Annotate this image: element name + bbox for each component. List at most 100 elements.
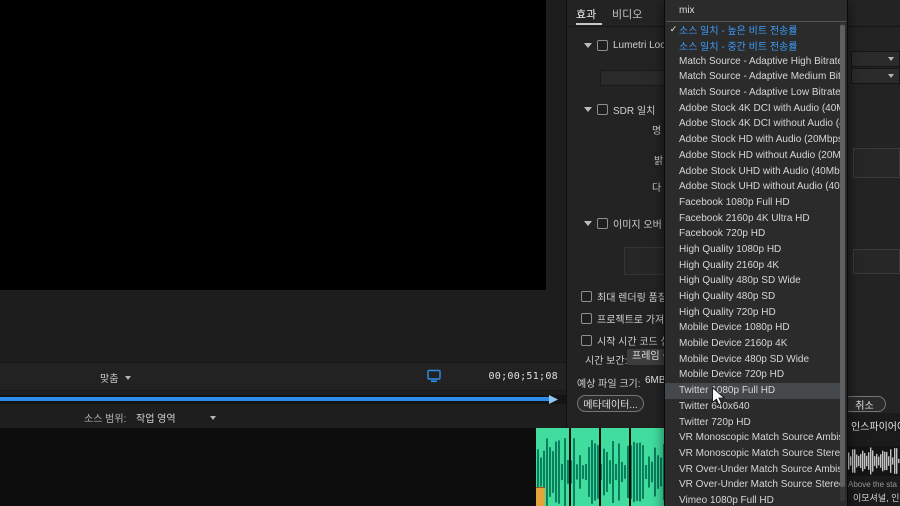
- active-tab-underline: [576, 23, 602, 25]
- sdr-slider-label-fragment: 다: [652, 183, 662, 194]
- preset-menu-item-label: High Quality 720p HD: [679, 306, 776, 318]
- preset-menu-item-custom[interactable]: mix: [665, 0, 847, 21]
- preset-menu-item-label: VR Over-Under Match Source Ambisonics: [679, 463, 840, 475]
- preset-menu-item[interactable]: Adobe Stock UHD with Audio (40Mbps): [665, 163, 840, 179]
- mouse-cursor: [712, 387, 726, 406]
- metadata-button[interactable]: 메타데이터...: [577, 395, 644, 412]
- menu-scrollbar-thumb[interactable]: [840, 25, 845, 487]
- checkbox-lumetri-look[interactable]: [597, 40, 608, 51]
- preset-menu-item[interactable]: Vimeo 1080p Full HD: [665, 493, 840, 506]
- preview-pane: 맞춤 00;00;51;08 소스 범위: 작업 영역: [0, 0, 566, 428]
- playhead-marker[interactable]: [549, 395, 558, 404]
- preset-menu-item[interactable]: Match Source - Adaptive High Bitrate: [665, 53, 840, 69]
- source-range-label: 소스 범위:: [84, 414, 127, 425]
- preset-menu-item[interactable]: Adobe Stock 4K DCI with Audio (40Mbps): [665, 100, 840, 116]
- preset-menu-item[interactable]: Twitter 720p HD: [665, 414, 840, 430]
- output-monitor-icon[interactable]: [427, 369, 442, 383]
- checkbox-set-start-timecode[interactable]: [581, 335, 592, 346]
- disclosure-triangle-icon[interactable]: [584, 221, 592, 226]
- checkbox-max-render-quality[interactable]: [581, 291, 592, 302]
- preset-dropdown-fragment[interactable]: [851, 68, 900, 84]
- preset-menu-item-label: Adobe Stock 4K DCI without Audio (40Mbps…: [679, 118, 840, 130]
- sound-preset-title: 인스파이어어: [851, 422, 900, 433]
- preset-menu-item[interactable]: Mobile Device 2160p 4K: [665, 336, 840, 352]
- section-image-overlay[interactable]: 이미지 오버: [584, 216, 662, 231]
- section-lumetri-look[interactable]: Lumetri Loo: [584, 40, 666, 51]
- chevron-down-icon: [210, 415, 216, 420]
- preset-menu-item[interactable]: Facebook 2160p 4K Ultra HD: [665, 210, 840, 226]
- preset-menu-item[interactable]: Adobe Stock 4K DCI without Audio (40Mbps…: [665, 116, 840, 132]
- format-dropdown-fragment[interactable]: [851, 51, 900, 67]
- preset-menu-item[interactable]: VR Monoscopic Match Source Ambisonics: [665, 430, 840, 446]
- preset-menu-item[interactable]: VR Over-Under Match Source Ambisonics: [665, 461, 840, 477]
- premiere-export-screen: 맞춤 00;00;51;08 소스 범위: 작업 영역 효과 비디오 Lumet…: [0, 0, 900, 506]
- preset-menu-item[interactable]: High Quality 720p HD: [665, 304, 840, 320]
- preset-menu-item-label: High Quality 1080p HD: [679, 243, 782, 255]
- disclosure-triangle-icon[interactable]: [584, 107, 592, 112]
- section-sdr-conform[interactable]: SDR 일치: [584, 102, 655, 117]
- preset-menu-item-label: Adobe Stock HD with Audio (20Mbps): [679, 134, 840, 146]
- preset-menu-item[interactable]: Mobile Device 480p SD Wide: [665, 351, 840, 367]
- option-max-render-quality[interactable]: 최대 렌더링 품질: [581, 289, 667, 304]
- preset-menu-item-label: Mobile Device 1080p HD: [679, 322, 790, 334]
- disclosure-triangle-icon[interactable]: [584, 43, 592, 48]
- preset-menu-item-label: Mobile Device 720p HD: [679, 369, 785, 381]
- menu-scrollbar[interactable]: [840, 23, 845, 501]
- checkbox-image-overlay[interactable]: [597, 218, 608, 229]
- option-import-into-project[interactable]: 프로젝트로 가져: [581, 311, 664, 326]
- source-range-dropdown[interactable]: 작업 영역: [136, 410, 216, 425]
- preset-menu-item[interactable]: High Quality 1080p HD: [665, 242, 840, 258]
- chevron-down-icon: [888, 57, 894, 61]
- tab-effects[interactable]: 효과: [576, 6, 596, 22]
- essential-sound-panel-fragment: 인스파이어어 Above the sta 이모셔널, 인: [844, 413, 900, 506]
- preset-menu-item[interactable]: High Quality 480p SD Wide: [665, 273, 840, 289]
- preset-menu-item[interactable]: VR Monoscopic Match Source Stereo Audio: [665, 446, 840, 462]
- track-title-text: Above the sta: [848, 480, 897, 489]
- estimated-file-size-value: 6MB: [645, 375, 666, 386]
- preset-menu-item[interactable]: Twitter 640x640: [665, 399, 840, 415]
- preset-menu-item[interactable]: Mobile Device 720p HD: [665, 367, 840, 383]
- seek-progress: [0, 397, 549, 401]
- option-set-start-timecode[interactable]: 시작 시간 코드 설: [581, 333, 670, 348]
- preset-menu-item[interactable]: VR Over-Under Match Source Stereo Audio: [665, 477, 840, 493]
- preset-menu-item-label: 소스 일치 - 높은 비트 전송률: [679, 26, 798, 38]
- preset-menu-item[interactable]: Match Source - Adaptive Medium Bitrate: [665, 69, 840, 85]
- preset-menu-item[interactable]: Twitter 1080p Full HD: [665, 382, 840, 399]
- preset-menu-item[interactable]: 소스 일치 - 중간 비트 전송률: [665, 38, 840, 54]
- preset-menu-item-label: Adobe Stock 4K DCI with Audio (40Mbps): [679, 102, 840, 114]
- preset-menu-item-label: Mobile Device 2160p 4K: [679, 338, 788, 350]
- orange-clip[interactable]: [536, 487, 545, 506]
- checkbox-sdr-conform[interactable]: [597, 104, 608, 115]
- audio-waveform-thumbnail[interactable]: [847, 446, 900, 476]
- seek-bar[interactable]: [0, 395, 566, 404]
- preset-menu-item[interactable]: Adobe Stock HD with Audio (20Mbps): [665, 132, 840, 148]
- preset-menu-item[interactable]: High Quality 2160p 4K: [665, 257, 840, 273]
- source-range-value: 작업 영역: [136, 414, 176, 425]
- preset-menu-item[interactable]: ✓ 소스 일치 - 높은 비트 전송률: [665, 22, 840, 38]
- sdr-slider-label-fragment: 밝: [654, 156, 664, 167]
- preset-menu-item[interactable]: Facebook 720p HD: [665, 226, 840, 242]
- cancel-button[interactable]: 취소: [843, 396, 886, 412]
- preset-menu-item-label: High Quality 480p SD Wide: [679, 275, 801, 287]
- preset-menu-item-label: Mobile Device 480p SD Wide: [679, 353, 810, 365]
- timecode-display: 00;00;51;08: [488, 371, 558, 382]
- preset-menu-item[interactable]: High Quality 480p SD: [665, 289, 840, 305]
- preset-menu-item[interactable]: Mobile Device 1080p HD: [665, 320, 840, 336]
- audio-clip-waveform: [536, 428, 668, 506]
- preset-menu-item[interactable]: Facebook 1080p Full HD: [665, 195, 840, 211]
- zoom-fit-dropdown[interactable]: 맞춤: [100, 370, 132, 385]
- audio-clip-thumbnails[interactable]: [536, 428, 668, 506]
- preset-menu-item[interactable]: Match Source - Adaptive Low Bitrate: [665, 85, 840, 101]
- tab-video[interactable]: 비디오: [612, 6, 642, 22]
- transport-bar: 맞춤 00;00;51;08: [0, 362, 566, 391]
- preset-menu-item[interactable]: Adobe Stock HD without Audio (20Mbps): [665, 148, 840, 164]
- preset-menu-item[interactable]: Adobe Stock UHD without Audio (40Mbps): [665, 179, 840, 195]
- source-range-row: 소스 범위: 작업 영역: [0, 404, 566, 428]
- option-label: 최대 렌더링 품질: [597, 293, 667, 304]
- section-label: Lumetri Loo: [613, 40, 666, 51]
- preset-menu-item-label: Adobe Stock HD without Audio (20Mbps): [679, 149, 840, 161]
- preset-menu-item-label: Match Source - Adaptive Low Bitrate: [679, 87, 840, 99]
- section-label: 이미지 오버: [613, 220, 662, 231]
- settings-box-fragment: [853, 249, 900, 274]
- checkbox-import-into-project[interactable]: [581, 313, 592, 324]
